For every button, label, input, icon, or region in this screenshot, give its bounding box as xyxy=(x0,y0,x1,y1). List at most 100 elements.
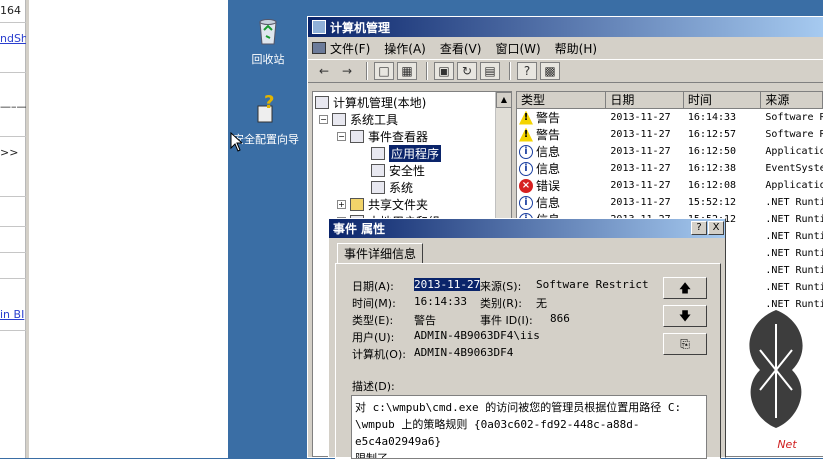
menu-window[interactable]: 窗口(W) xyxy=(495,40,540,57)
event-row[interactable]: i信息 2013-11-27 15:52:12 .NET Runti xyxy=(517,194,823,211)
divider xyxy=(0,330,26,331)
event-time-cell: 16:12:50 xyxy=(687,146,737,157)
event-source-cell: .NET Runti xyxy=(765,231,823,242)
properties-icon[interactable]: ▣ xyxy=(434,62,454,80)
column-header-type[interactable]: 类型 xyxy=(517,92,607,109)
column-header-date[interactable]: 日期 xyxy=(606,92,684,109)
category-label: 类别(R): xyxy=(480,297,522,310)
tools-icon xyxy=(332,113,346,126)
time-value: 16:14:33 xyxy=(414,295,467,308)
event-type-label: 信息 xyxy=(536,162,561,176)
next-event-button[interactable]: 🡇 xyxy=(663,305,707,327)
menu-help[interactable]: 帮助(H) xyxy=(555,40,597,57)
browser-page-strip: 164 ndSh —–— >> in BI xyxy=(0,0,28,458)
watermark-logo-icon xyxy=(749,310,803,428)
menu-view[interactable]: 查看(V) xyxy=(440,40,482,57)
menu-label: 查看(V) xyxy=(439,41,482,56)
event-source-cell: .NET Runti xyxy=(765,214,823,225)
dialog-titlebar[interactable]: 事件 属性 xyxy=(329,219,725,238)
browser-fragment-text: 164 xyxy=(0,4,21,17)
security-wizard-icon: ? xyxy=(257,92,274,123)
browser-fragment-text[interactable]: >> xyxy=(0,146,18,159)
scroll-up-icon[interactable]: ▲ xyxy=(496,92,511,108)
tree-label: 应用程序 xyxy=(389,145,442,162)
previous-event-button[interactable]: 🡅 xyxy=(663,277,707,299)
copy-button[interactable]: ⎘ xyxy=(663,333,707,355)
browser-scrollbar[interactable] xyxy=(26,0,29,458)
browser-link[interactable]: in BI xyxy=(0,308,24,321)
event-row[interactable]: × 错误 2013-11-27 16:12:08 Applicatio xyxy=(517,177,823,194)
tree-item-root[interactable]: 计算机管理(本地) xyxy=(315,94,426,111)
event-time-cell: 15:52:12 xyxy=(687,197,737,208)
event-row[interactable]: i 信息 2013-11-27 16:12:50 Applicatio xyxy=(517,143,823,160)
date-value[interactable]: 2013-11-27 xyxy=(414,278,481,291)
event-type-cell: i信息 xyxy=(517,194,606,211)
event-row[interactable]: ! 警告 2013-11-27 16:12:57 Software R xyxy=(517,126,823,143)
tree-item-event-viewer[interactable]: − 事件查看器 xyxy=(337,128,428,145)
menu-label: 文件(F) xyxy=(330,41,371,56)
mouse-cursor-icon xyxy=(230,132,242,152)
window-titlebar[interactable]: 计算机管理 xyxy=(308,17,823,37)
tree-item-system[interactable]: 系统 xyxy=(371,179,413,196)
toolbar: ← → □ ▦ ▣ ↻ ▤ ? ▩ xyxy=(308,59,823,83)
forward-arrow-icon[interactable]: → xyxy=(337,62,357,80)
dialog-title: 事件 属性 xyxy=(333,222,386,236)
menu-file[interactable]: 文件(F) xyxy=(312,40,370,57)
recycle-bin-desktop-icon[interactable]: 回收站 xyxy=(230,14,306,67)
help-icon[interactable]: ? xyxy=(517,62,537,80)
tree-item-security[interactable]: 安全性 xyxy=(371,162,425,179)
date-label: 日期(A): xyxy=(352,280,394,293)
event-type-label: 警告 xyxy=(536,128,561,142)
log-icon xyxy=(371,147,385,160)
refresh-icon[interactable]: ↻ xyxy=(457,62,477,80)
tree-label: 事件查看器 xyxy=(368,130,429,144)
event-date-cell: 2013-11-27 xyxy=(610,129,671,140)
tree-item-system-tools[interactable]: − 系统工具 xyxy=(319,111,398,128)
event-time-cell: 16:14:33 xyxy=(687,112,737,123)
menu-bar: 文件(F) 操作(A) 查看(V) 窗口(W) 帮助(H) xyxy=(308,37,823,59)
browser-fragment-text: —–— xyxy=(0,100,28,113)
info-icon: i xyxy=(519,195,533,210)
list-header: 类型 日期 时间 来源 xyxy=(517,92,823,109)
recycle-bin-label: 回收站 xyxy=(251,53,285,66)
event-source-cell: Software R xyxy=(765,112,823,123)
back-arrow-icon[interactable]: ← xyxy=(314,62,334,80)
export-list-icon[interactable]: ▤ xyxy=(480,62,500,80)
column-header-time[interactable]: 时间 xyxy=(683,92,762,109)
event-time-cell: 16:12:38 xyxy=(687,163,737,174)
event-date-cell: 2013-11-27 xyxy=(610,163,671,174)
console-icon[interactable]: ▩ xyxy=(540,62,560,80)
menu-action[interactable]: 操作(A) xyxy=(384,40,426,57)
event-source-cell: Software R xyxy=(765,129,823,140)
event-source-cell: Applicatio xyxy=(765,146,823,157)
user-label: 用户(U): xyxy=(352,331,395,344)
up-folder-icon[interactable]: □ xyxy=(374,62,394,80)
browser-link[interactable]: ndSh xyxy=(0,32,28,45)
tree-item-application[interactable]: 应用程序 xyxy=(371,145,442,162)
expand-icon[interactable]: + xyxy=(337,200,346,209)
collapse-icon[interactable]: − xyxy=(337,132,346,141)
watermark-text-b: Net xyxy=(777,438,797,451)
tree-label: 系统 xyxy=(389,181,414,195)
help-button[interactable]: ? xyxy=(691,221,707,235)
description-box[interactable]: 对 c:\wmpub\cmd.exe 的访问被您的管理员根据位置用路径 C: \… xyxy=(351,395,707,459)
svg-text:?: ? xyxy=(264,94,274,113)
event-source-cell: Applicatio xyxy=(765,180,823,191)
column-header-source[interactable]: 来源 xyxy=(761,92,823,109)
tree-item-shared-folders[interactable]: + 共享文件夹 xyxy=(337,196,428,213)
event-row[interactable]: ! 警告 2013-11-27 16:14:33 Software R xyxy=(517,109,823,126)
tab-event-details[interactable]: 事件详细信息 xyxy=(337,243,424,264)
divider xyxy=(0,278,26,279)
event-type-label: 信息 xyxy=(536,145,561,159)
collapse-icon[interactable]: − xyxy=(319,115,328,124)
close-button[interactable]: X xyxy=(708,221,724,235)
divider xyxy=(0,226,26,227)
log-icon xyxy=(371,181,385,194)
toolbar-separator xyxy=(509,62,511,80)
description-line: \wmpub 上的策略规则 {0a03c602-fd92-448c-a88d-e… xyxy=(355,418,640,448)
event-source-cell: .NET Runti xyxy=(765,282,823,293)
menu-label: 操作(A) xyxy=(384,41,426,56)
event-row[interactable]: i 信息 2013-11-27 16:12:38 EventSyste xyxy=(517,160,823,177)
source-label: 来源(S): xyxy=(480,280,522,293)
show-hide-tree-icon[interactable]: ▦ xyxy=(397,62,417,80)
